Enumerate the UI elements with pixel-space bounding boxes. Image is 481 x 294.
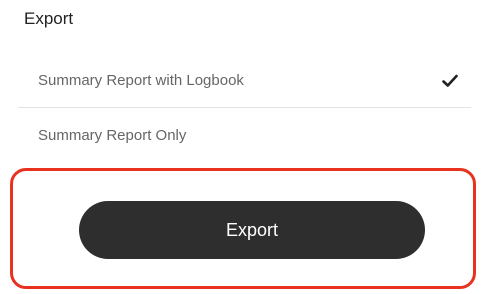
export-panel: Export Summary Report with Logbook Summa… bbox=[0, 0, 481, 294]
option-label: Summary Report Only bbox=[38, 126, 187, 144]
panel-title: Export bbox=[24, 9, 74, 28]
option-summary-with-logbook[interactable]: Summary Report with Logbook bbox=[18, 54, 471, 108]
option-label: Summary Report with Logbook bbox=[38, 72, 244, 89]
check-icon bbox=[441, 73, 459, 89]
option-summary-only[interactable]: Summary Report Only bbox=[18, 108, 471, 162]
export-button[interactable]: Export bbox=[79, 201, 425, 259]
